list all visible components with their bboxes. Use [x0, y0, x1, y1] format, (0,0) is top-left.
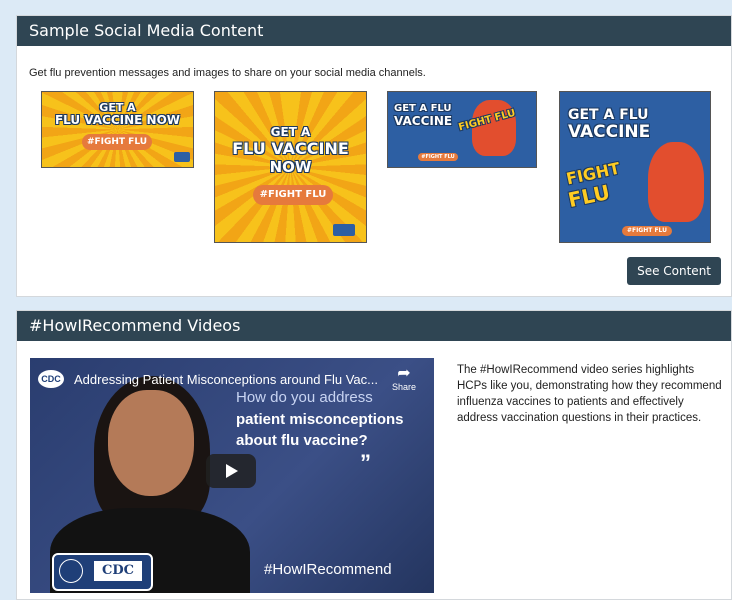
thumb-line2: VACCINE: [568, 122, 651, 142]
hhs-logo-icon: [174, 152, 190, 162]
thumb-stamp: FLU: [565, 179, 612, 213]
quote-mark-icon: ”: [360, 450, 371, 475]
thumb-line1: GET A FLU: [394, 103, 452, 114]
hhs-logo-icon: [333, 224, 355, 236]
thumb-hashtag-pill: #FIGHT FLU: [82, 134, 152, 150]
video-player[interactable]: CDC Addressing Patient Misconceptions ar…: [30, 358, 434, 593]
see-content-button[interactable]: See Content: [627, 257, 721, 285]
play-button[interactable]: [206, 454, 256, 488]
thumb-line1: GET A: [270, 125, 311, 139]
play-icon: [226, 464, 238, 478]
hhs-eagle-icon: [59, 559, 83, 583]
video-description: The #HowIRecommend video series highligh…: [457, 364, 722, 424]
section-title: Sample Social Media Content: [17, 16, 731, 46]
quote-line3: about flu vaccine?: [236, 432, 368, 449]
cdc-logo-text: CDC: [94, 561, 142, 581]
video-title[interactable]: Addressing Patient Misconceptions around…: [74, 372, 378, 387]
share-label: Share: [391, 382, 417, 392]
social-image-thumbnail[interactable]: GET A FLU VACCINE FIGHT FLU #FIGHT FLU: [559, 91, 711, 243]
social-media-card: Sample Social Media Content Get flu prev…: [16, 15, 732, 297]
cdc-logo-icon: [676, 226, 704, 237]
intro-text: Get flu prevention messages and images t…: [29, 67, 426, 79]
social-image-thumbnail[interactable]: GET A FLU VACCINE NOW #FIGHT FLU: [41, 91, 194, 168]
thumb-hashtag-pill: #FIGHT FLU: [253, 185, 333, 205]
cdc-logo-icon: [396, 152, 414, 161]
thumb-hashtag-pill: #FIGHT FLU: [622, 226, 672, 236]
thumb-line3: NOW: [269, 158, 312, 176]
social-image-thumbnail[interactable]: GET A FLU VACCINE NOW #FIGHT FLU: [214, 91, 367, 243]
flexed-arm-illustration: [648, 142, 704, 222]
social-image-thumbnail[interactable]: GET A FLU VACCINE FIGHT FLU #FIGHT FLU: [387, 91, 537, 168]
section-title: #HowIRecommend Videos: [17, 311, 731, 341]
cdc-logo-icon: CDC: [52, 553, 153, 591]
share-icon: ➦: [397, 365, 411, 382]
quote-line1: How do you address: [236, 389, 373, 406]
quote-line2: patient misconceptions: [236, 411, 404, 428]
thumb-line1: GET A: [99, 101, 136, 114]
thumb-line2: VACCINE: [394, 114, 453, 128]
thumb-hashtag-pill: #FIGHT FLU: [418, 153, 458, 161]
thumb-line2: FLU VACCINE NOW: [54, 113, 181, 127]
cdc-channel-badge[interactable]: CDC: [38, 370, 64, 388]
presenter-face: [108, 390, 194, 496]
thumb-line2: FLU VACCINE: [232, 139, 349, 158]
share-button[interactable]: ➦ Share: [384, 365, 424, 393]
videos-card: #HowIRecommend Videos CDC Addressing Pat…: [16, 310, 732, 600]
video-hashtag: #HowIRecommend: [264, 561, 392, 578]
thumb-line1: GET A FLU: [568, 107, 649, 123]
